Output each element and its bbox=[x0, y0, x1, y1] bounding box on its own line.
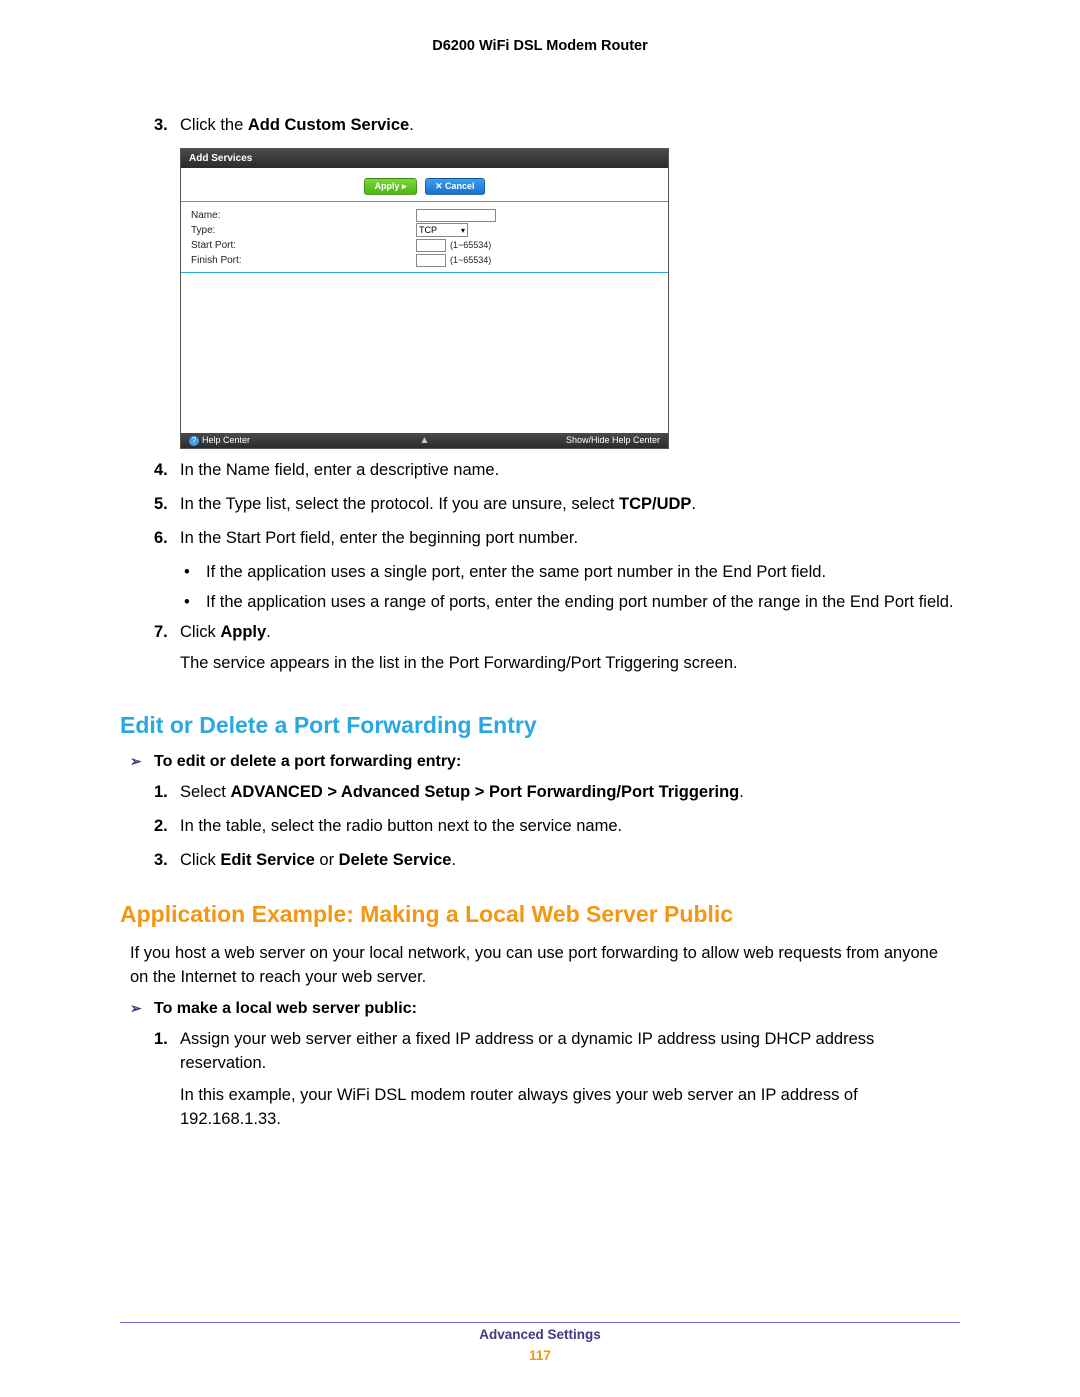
step-text: Click bbox=[180, 851, 220, 869]
step-num: 5. bbox=[154, 493, 180, 517]
embedded-screenshot: Add Services Apply ▸ ✕ Cancel Name: Type… bbox=[180, 148, 960, 449]
bullet-icon: • bbox=[184, 591, 206, 615]
step-num: 1. bbox=[154, 1028, 180, 1140]
step-suffix: . bbox=[409, 116, 414, 134]
triangle-right-icon: ➢ bbox=[130, 1000, 154, 1018]
page-number: 117 bbox=[0, 1348, 1080, 1363]
footer-section: Advanced Settings bbox=[0, 1327, 1080, 1342]
start-port-input[interactable] bbox=[416, 239, 446, 252]
step-bold-2: Delete Service bbox=[339, 851, 452, 869]
step-suffix: . bbox=[691, 495, 696, 513]
type-label: Type: bbox=[191, 225, 416, 236]
type-value: TCP bbox=[419, 225, 437, 235]
step-suffix: . bbox=[739, 783, 744, 801]
step-num: 1. bbox=[154, 781, 180, 805]
edit-step-1: 1. Select ADVANCED > Advanced Setup > Po… bbox=[154, 781, 960, 805]
paragraph: If you host a web server on your local n… bbox=[130, 942, 960, 990]
edit-step-2: 2. In the table, select the radio button… bbox=[154, 815, 960, 839]
edit-step-3: 3. Click Edit Service or Delete Service. bbox=[154, 849, 960, 873]
finish-port-label: Finish Port: bbox=[191, 255, 416, 266]
procedure-title: To edit or delete a port forwarding entr… bbox=[154, 753, 461, 771]
bullet-1: • If the application uses a single port,… bbox=[184, 561, 960, 585]
heading-app-example: Application Example: Making a Local Web … bbox=[120, 901, 960, 928]
step-bold: ADVANCED > Advanced Setup > Port Forward… bbox=[230, 783, 739, 801]
show-hide-help-link[interactable]: Show/Hide Help Center bbox=[566, 435, 660, 445]
dialog-title: Add Services bbox=[181, 149, 668, 168]
step-bold: Apply bbox=[220, 623, 266, 641]
bullet-text: If the application uses a range of ports… bbox=[206, 591, 954, 615]
procedure-heading: ➢ To make a local web server public: bbox=[130, 1000, 960, 1018]
step-num: 4. bbox=[154, 459, 180, 483]
step-text: Assign your web server either a fixed IP… bbox=[180, 1028, 960, 1076]
step-5: 5. In the Type list, select the protocol… bbox=[154, 493, 960, 517]
finish-port-input[interactable] bbox=[416, 254, 446, 267]
step-mid: or bbox=[315, 851, 339, 869]
bullet-text: If the application uses a single port, e… bbox=[206, 561, 826, 585]
cancel-button[interactable]: ✕ Cancel bbox=[425, 178, 485, 195]
step-text: In the Start Port field, enter the begin… bbox=[180, 527, 960, 551]
question-icon: ? bbox=[189, 436, 199, 446]
step-text: Click bbox=[180, 623, 220, 641]
help-center-link[interactable]: ?Help Center bbox=[189, 435, 250, 446]
apply-button[interactable]: Apply ▸ bbox=[364, 178, 416, 195]
step-6: 6. In the Start Port field, enter the be… bbox=[154, 527, 960, 551]
start-port-label: Start Port: bbox=[191, 240, 416, 251]
step-bold: Edit Service bbox=[220, 851, 314, 869]
step-text: In the table, select the radio button ne… bbox=[180, 815, 960, 839]
step-bold: Add Custom Service bbox=[248, 116, 409, 134]
heading-edit-delete: Edit or Delete a Port Forwarding Entry bbox=[120, 712, 960, 739]
step-num: 2. bbox=[154, 815, 180, 839]
step-num: 6. bbox=[154, 527, 180, 551]
name-input[interactable] bbox=[416, 209, 496, 222]
step-text: In the Name field, enter a descriptive n… bbox=[180, 459, 960, 483]
port-range-hint-2: (1~65534) bbox=[450, 255, 491, 265]
bullet-icon: • bbox=[184, 561, 206, 585]
step-bold: TCP/UDP bbox=[619, 495, 691, 513]
step-text: Select bbox=[180, 783, 230, 801]
step-7: 7. Click Apply. The service appears in t… bbox=[154, 621, 960, 685]
bullet-2: • If the application uses a range of por… bbox=[184, 591, 960, 615]
step-after: In this example, your WiFi DSL modem rou… bbox=[180, 1084, 960, 1132]
step-num: 3. bbox=[154, 114, 180, 138]
step-suffix: . bbox=[451, 851, 456, 869]
app-step-1: 1. Assign your web server either a fixed… bbox=[154, 1028, 960, 1140]
doc-title: D6200 WiFi DSL Modem Router bbox=[120, 38, 960, 54]
step-4: 4. In the Name field, enter a descriptiv… bbox=[154, 459, 960, 483]
step-text: In the Type list, select the protocol. I… bbox=[180, 495, 619, 513]
step-text: Click the bbox=[180, 116, 248, 134]
step-after: The service appears in the list in the P… bbox=[180, 652, 960, 676]
footer-divider bbox=[120, 1322, 960, 1323]
procedure-title: To make a local web server public: bbox=[154, 1000, 417, 1018]
expand-arrow-icon[interactable]: ▲ bbox=[420, 435, 430, 446]
chevron-down-icon: ▾ bbox=[461, 226, 465, 235]
step-suffix: . bbox=[266, 623, 271, 641]
name-label: Name: bbox=[191, 210, 416, 221]
step-num: 7. bbox=[154, 621, 180, 685]
type-select[interactable]: TCP ▾ bbox=[416, 223, 468, 237]
port-range-hint: (1~65534) bbox=[450, 240, 491, 250]
step-3: 3. Click the Add Custom Service. bbox=[154, 114, 960, 138]
triangle-right-icon: ➢ bbox=[130, 753, 154, 771]
step-num: 3. bbox=[154, 849, 180, 873]
procedure-heading: ➢ To edit or delete a port forwarding en… bbox=[130, 753, 960, 771]
